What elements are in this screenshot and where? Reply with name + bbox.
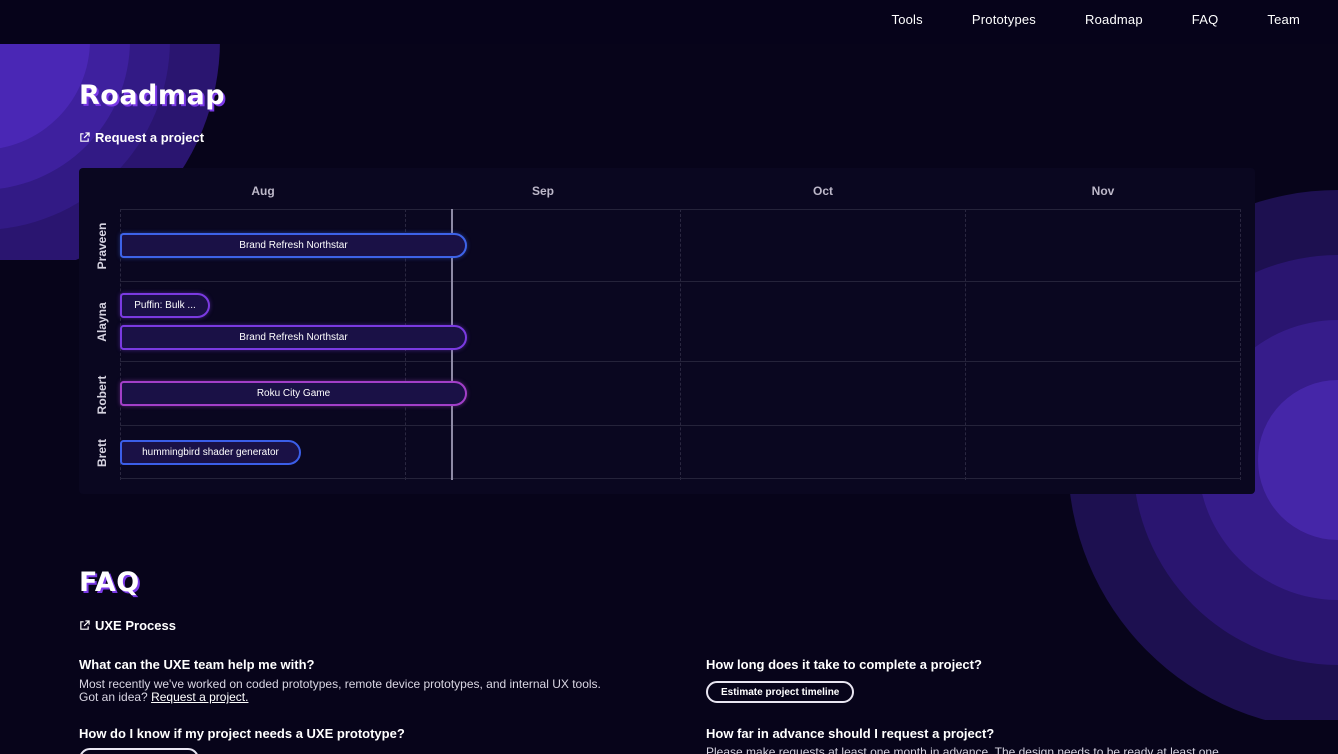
grid-line bbox=[965, 209, 966, 480]
row-divider bbox=[120, 209, 1241, 210]
row-divider bbox=[120, 281, 1241, 282]
project-bar[interactable]: Puffin: Bulk ... bbox=[120, 293, 210, 318]
row-label-brett: Brett bbox=[95, 439, 109, 468]
faq-question: How do I know if my project needs a UXE … bbox=[79, 726, 405, 741]
nav-faq[interactable]: FAQ bbox=[1192, 12, 1219, 27]
top-nav: Tools Prototypes Roadmap FAQ Team bbox=[892, 12, 1301, 27]
project-bar[interactable]: Roku City Game bbox=[120, 381, 467, 406]
faq-answer-text: Got an idea? bbox=[79, 690, 148, 704]
faq-question: How long does it take to complete a proj… bbox=[706, 657, 982, 672]
faq-answer: Most recently we've worked on coded prot… bbox=[79, 678, 659, 704]
uxe-process-link[interactable]: UXE Process bbox=[79, 618, 176, 633]
row-label-praveen: Praveen bbox=[95, 222, 109, 270]
nav-prototypes[interactable]: Prototypes bbox=[972, 12, 1036, 27]
request-project-link[interactable]: Request a project bbox=[79, 130, 204, 145]
faq-answer-line: Got an idea? Request a project. bbox=[79, 691, 659, 704]
request-project-label: Request a project bbox=[95, 130, 205, 145]
request-project-inline-link[interactable]: Request a project. bbox=[151, 690, 248, 704]
faq-question: How far in advance should I request a pr… bbox=[706, 726, 995, 741]
grid-line bbox=[1240, 209, 1241, 480]
month-label: Oct bbox=[812, 184, 834, 198]
nav-tools[interactable]: Tools bbox=[892, 12, 923, 27]
faq-title: FAQ bbox=[79, 567, 140, 598]
roadmap-title: Roadmap bbox=[79, 80, 226, 111]
nav-team[interactable]: Team bbox=[1267, 12, 1300, 27]
uxe-process-label: UXE Process bbox=[95, 618, 176, 633]
row-divider bbox=[120, 478, 1241, 479]
month-label: Aug bbox=[251, 184, 275, 198]
estimate-timeline-button[interactable]: Estimate project timeline bbox=[706, 681, 855, 703]
project-bar[interactable]: hummingbird shader generator bbox=[120, 440, 301, 465]
external-link-icon bbox=[80, 132, 90, 142]
faq-answer: Please make requests at least one month … bbox=[706, 746, 1219, 754]
external-link-icon bbox=[80, 620, 90, 630]
project-bar[interactable]: Brand Refresh Northstar bbox=[120, 233, 467, 258]
project-bar[interactable]: Brand Refresh Northstar bbox=[120, 325, 467, 350]
month-label: Nov bbox=[1091, 184, 1115, 198]
row-label-alayna: Alayna bbox=[95, 302, 109, 342]
row-divider bbox=[120, 361, 1241, 362]
faq-question: What can the UXE team help me with? bbox=[79, 657, 315, 672]
faq-partial-button[interactable] bbox=[79, 748, 199, 754]
nav-roadmap[interactable]: Roadmap bbox=[1085, 12, 1143, 27]
month-label: Sep bbox=[531, 184, 555, 198]
grid-line bbox=[680, 209, 681, 480]
row-divider bbox=[120, 425, 1241, 426]
